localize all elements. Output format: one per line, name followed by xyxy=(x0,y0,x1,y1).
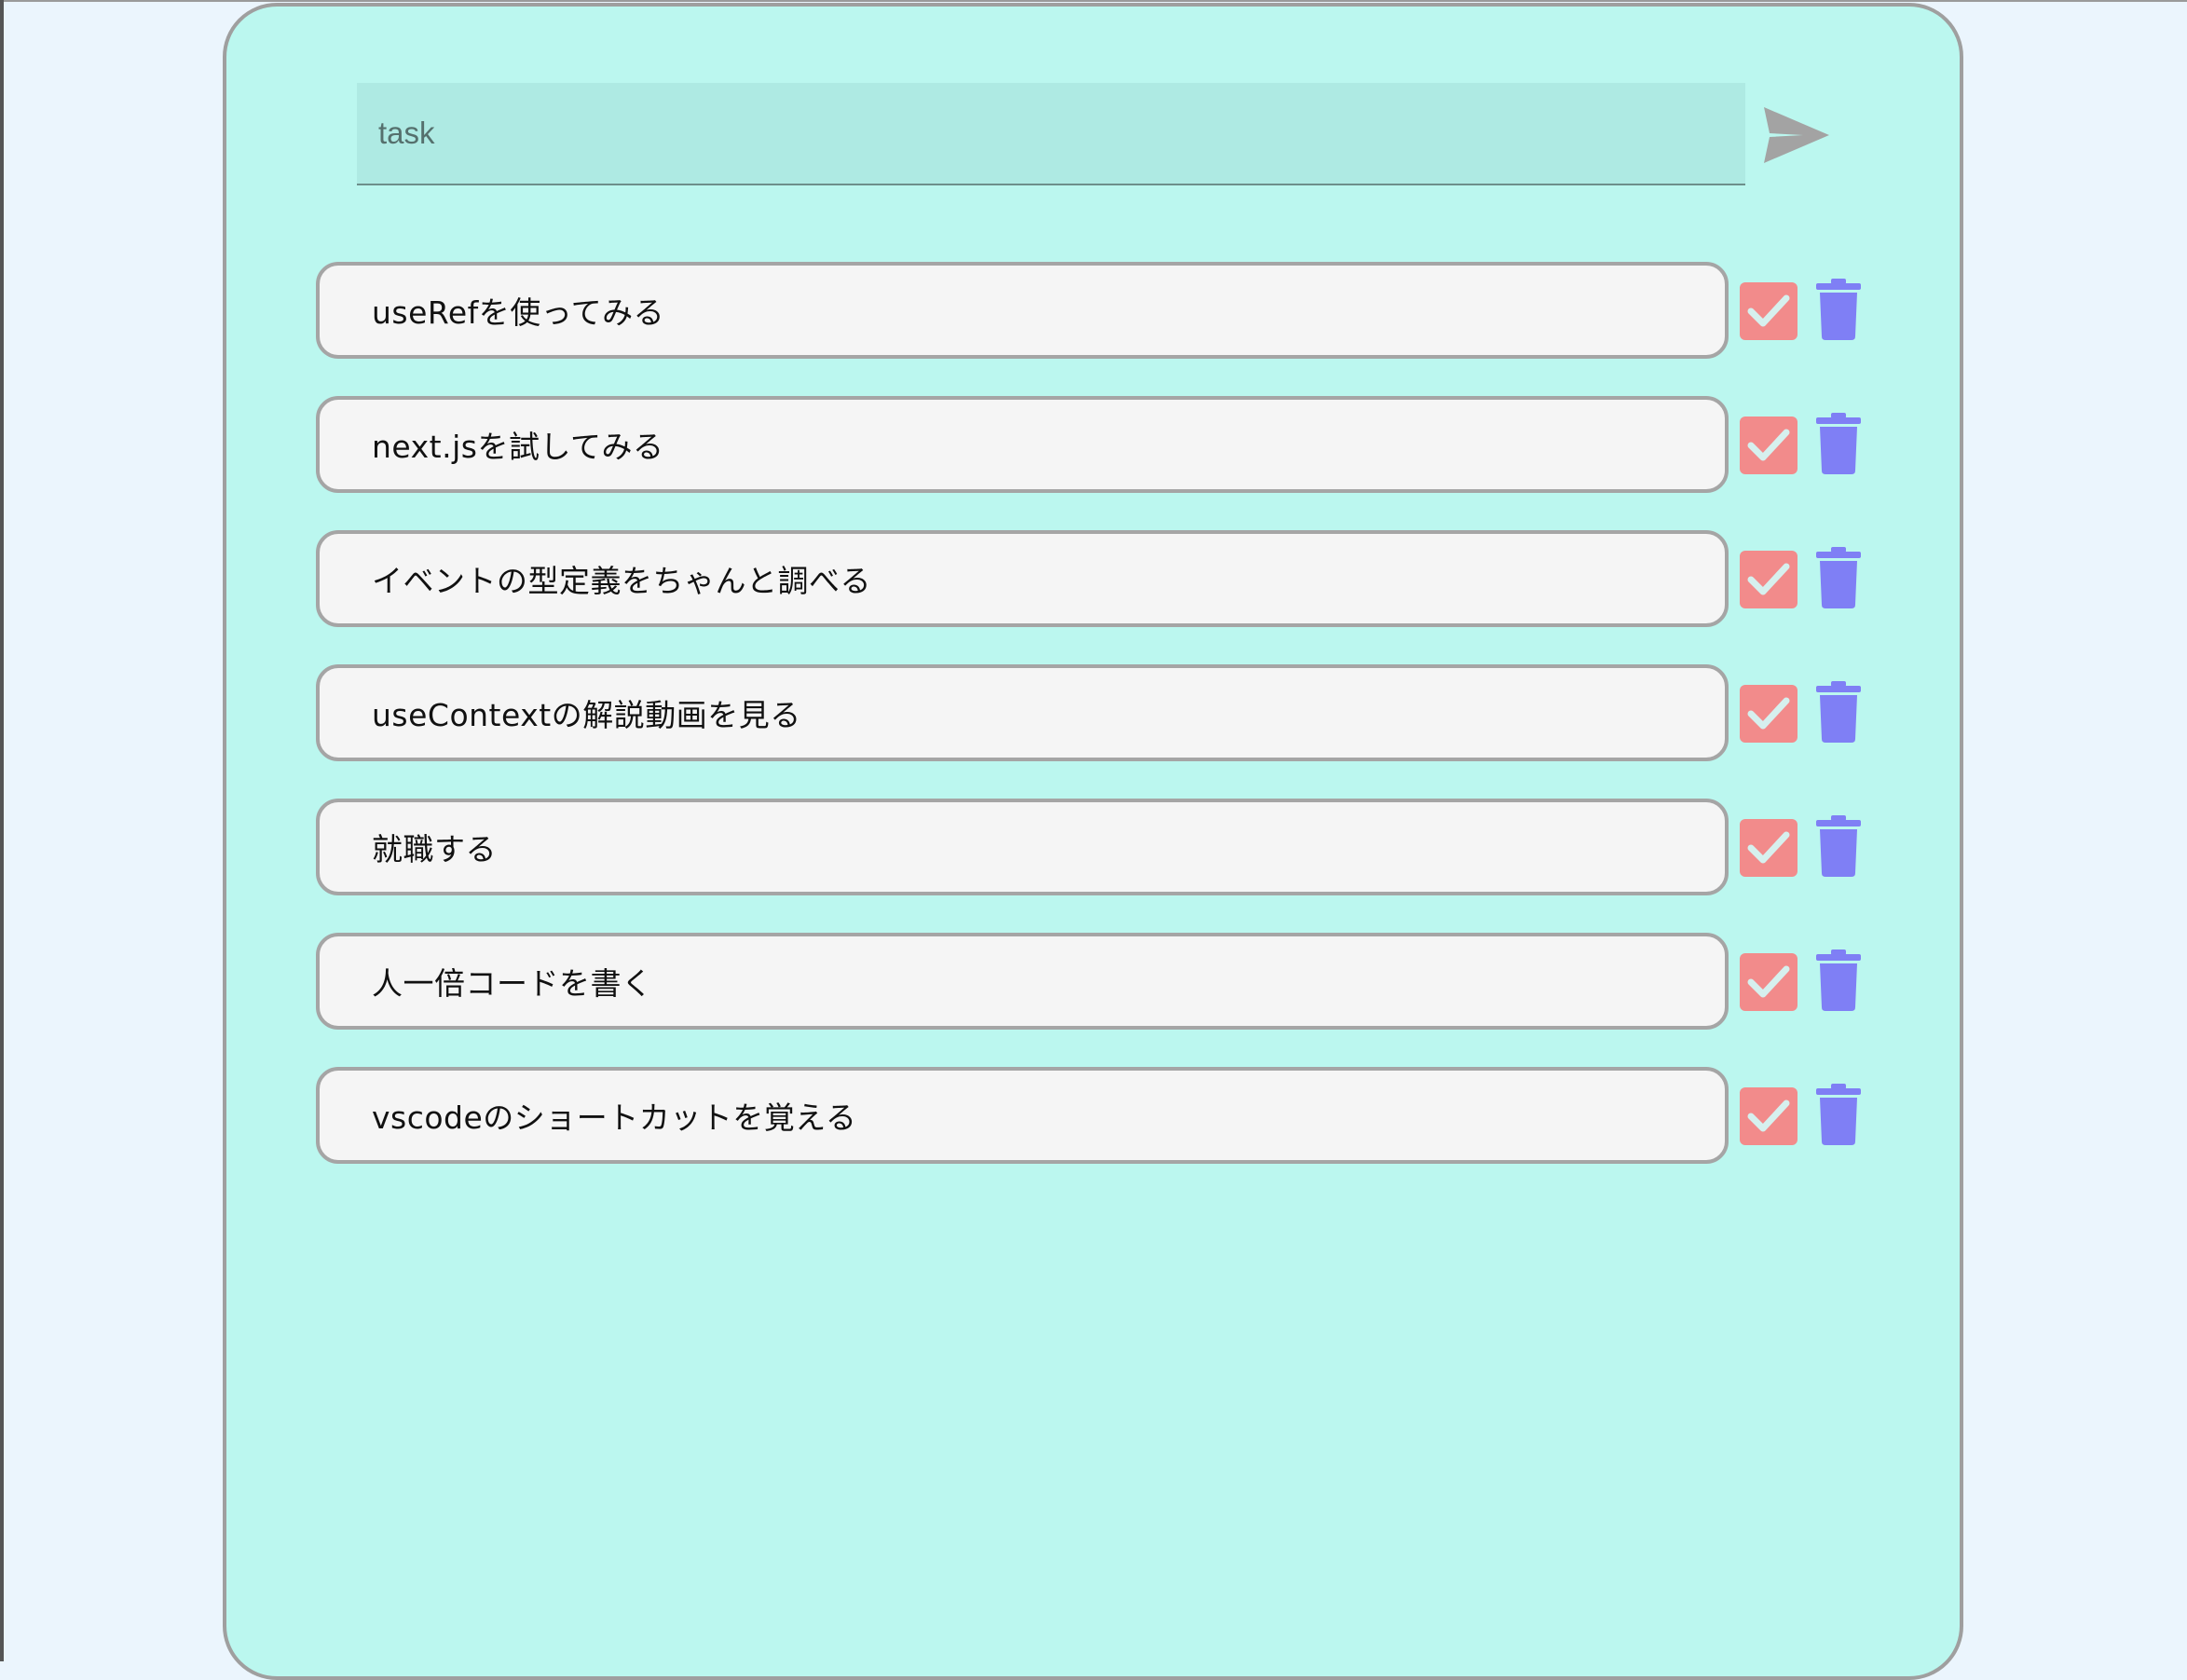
check-icon xyxy=(1747,294,1790,327)
trash-icon xyxy=(1816,1084,1861,1145)
delete-button[interactable] xyxy=(1816,815,1861,877)
window-top-border xyxy=(0,0,2187,2)
task-input[interactable] xyxy=(357,83,1745,185)
delete-button[interactable] xyxy=(1816,279,1861,340)
check-icon xyxy=(1747,1100,1790,1132)
task-card: vscodeのショートカットを覚える xyxy=(316,1067,1729,1164)
check-icon xyxy=(1747,965,1790,998)
task-card: 就職する xyxy=(316,799,1729,895)
task-row: イベントの型定義をちゃんと調べる xyxy=(316,530,1881,627)
complete-button[interactable] xyxy=(1740,551,1797,608)
task-text: 人一倍コードを書く xyxy=(372,965,653,1002)
task-input-row xyxy=(357,83,1829,193)
delete-button[interactable] xyxy=(1816,949,1861,1011)
task-card: useContextの解説動画を見る xyxy=(316,664,1729,761)
task-card: useRefを使ってみる xyxy=(316,262,1729,359)
send-icon xyxy=(1764,107,1829,163)
send-button[interactable] xyxy=(1762,105,1831,165)
complete-button[interactable] xyxy=(1740,417,1797,474)
task-text: next.jsを試してみる xyxy=(372,429,664,465)
check-icon xyxy=(1747,831,1790,864)
trash-icon xyxy=(1816,815,1861,877)
complete-button[interactable] xyxy=(1740,685,1797,743)
window-left-border xyxy=(0,0,4,1661)
complete-button[interactable] xyxy=(1740,819,1797,877)
task-text: イベントの型定義をちゃんと調べる xyxy=(372,563,871,599)
task-row: useRefを使ってみる xyxy=(316,262,1881,359)
delete-button[interactable] xyxy=(1816,413,1861,474)
delete-button[interactable] xyxy=(1816,547,1861,608)
complete-button[interactable] xyxy=(1740,1087,1797,1145)
complete-button[interactable] xyxy=(1740,282,1797,340)
complete-button[interactable] xyxy=(1740,953,1797,1011)
trash-icon xyxy=(1816,413,1861,474)
task-card: 人一倍コードを書く xyxy=(316,933,1729,1030)
delete-button[interactable] xyxy=(1816,1084,1861,1145)
check-icon xyxy=(1747,563,1790,595)
task-text: useRefを使ってみる xyxy=(372,294,665,331)
task-text: vscodeのショートカットを覚える xyxy=(372,1100,857,1136)
task-list: useRefを使ってみる next.jsを試してみる イベントの型定義をちゃんと… xyxy=(316,262,1881,1201)
task-row: vscodeのショートカットを覚える xyxy=(316,1067,1881,1164)
check-icon xyxy=(1747,429,1790,461)
trash-icon xyxy=(1816,547,1861,608)
task-row: 就職する xyxy=(316,799,1881,895)
task-row: next.jsを試してみる xyxy=(316,396,1881,493)
delete-button[interactable] xyxy=(1816,681,1861,743)
task-card: next.jsを試してみる xyxy=(316,396,1729,493)
task-text: 就職する xyxy=(372,831,497,867)
check-icon xyxy=(1747,697,1790,730)
trash-icon xyxy=(1816,949,1861,1011)
task-row: useContextの解説動画を見る xyxy=(316,664,1881,761)
todo-panel: useRefを使ってみる next.jsを試してみる xyxy=(223,3,1963,1680)
trash-icon xyxy=(1816,279,1861,340)
trash-icon xyxy=(1816,681,1861,743)
task-text: useContextの解説動画を見る xyxy=(372,697,801,733)
task-card: イベントの型定義をちゃんと調べる xyxy=(316,530,1729,627)
task-row: 人一倍コードを書く xyxy=(316,933,1881,1030)
